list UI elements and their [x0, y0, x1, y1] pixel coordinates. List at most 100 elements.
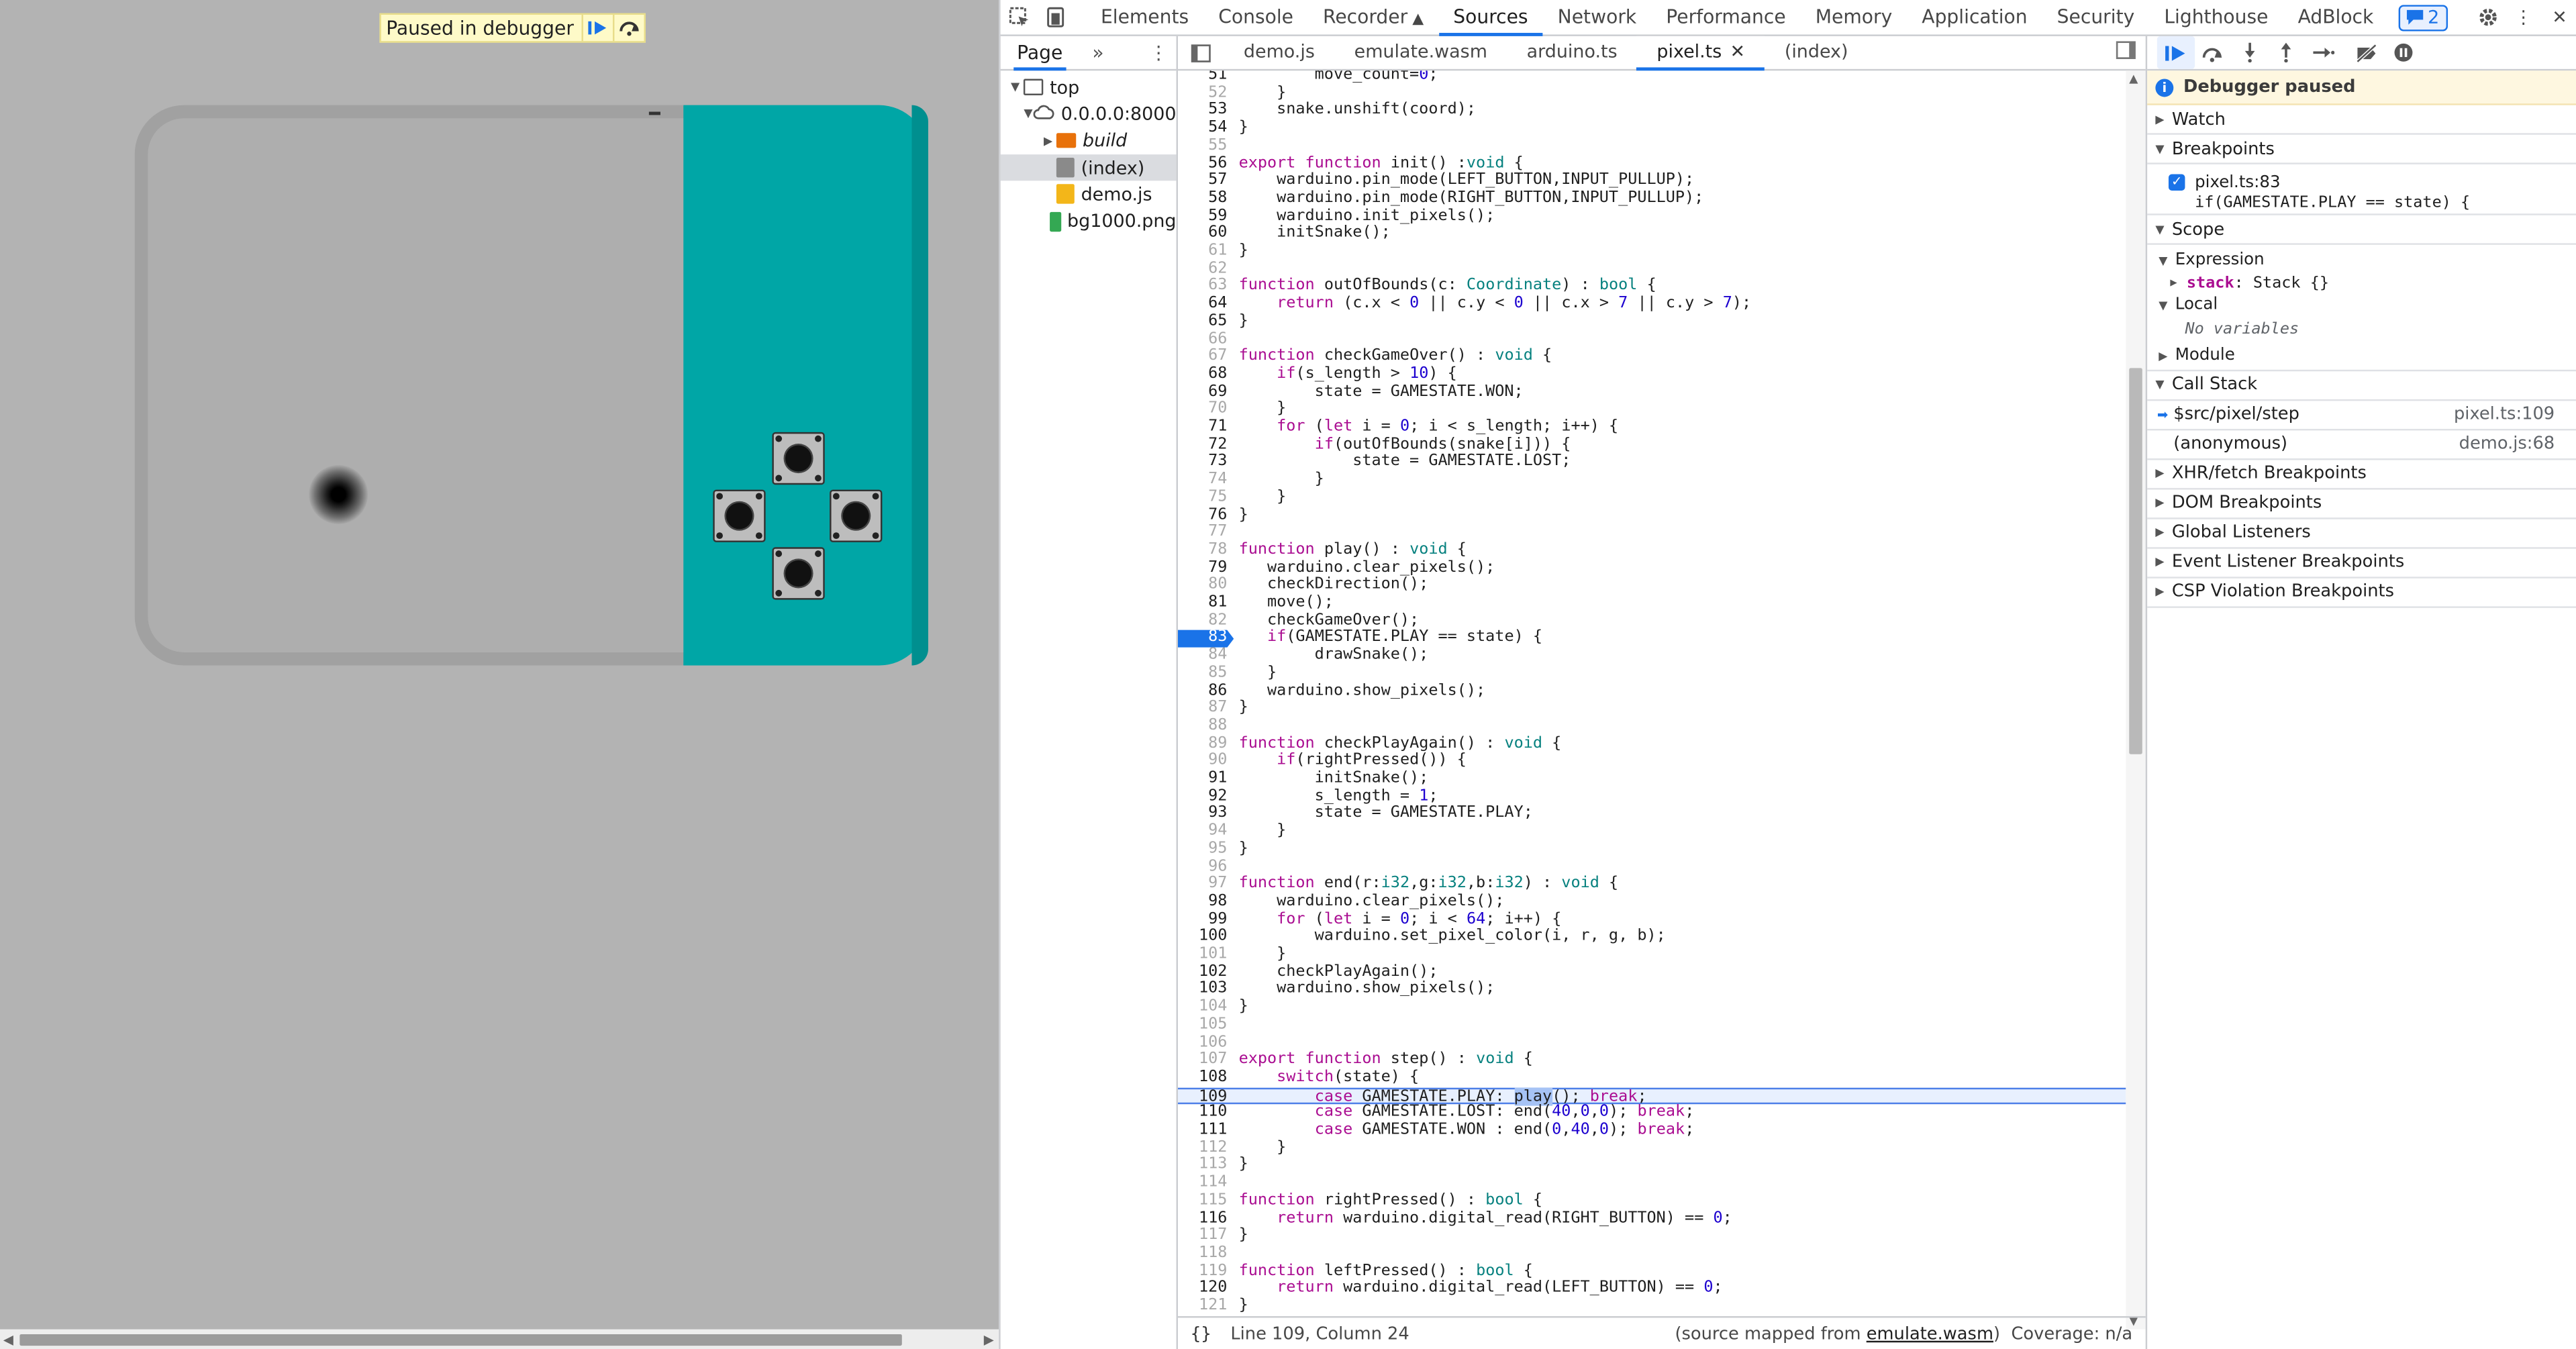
code-line[interactable]: 55 — [1178, 136, 2126, 155]
line-number[interactable]: 77 — [1178, 523, 1227, 542]
code-line[interactable]: 99 for (let i = 0; i < 64; i++) { — [1178, 910, 2126, 929]
line-number[interactable]: 87 — [1178, 699, 1227, 717]
line-number[interactable]: 57 — [1178, 172, 1227, 191]
line-number[interactable]: 100 — [1178, 928, 1227, 946]
chevron-down-icon[interactable]: ▼ — [1024, 107, 1033, 121]
tree-item[interactable]: bg1000.png — [1001, 208, 1177, 235]
inspect-element-icon[interactable] — [1001, 0, 1037, 36]
line-number[interactable]: 59 — [1178, 207, 1227, 226]
code-line[interactable]: 98 warduino.clear_pixels(); — [1178, 893, 2126, 911]
code-line[interactable]: 120 return warduino.digital_read(LEFT_BU… — [1178, 1279, 2126, 1298]
line-number[interactable]: 79 — [1178, 558, 1227, 577]
more-options-icon[interactable]: ⋮ — [2506, 0, 2542, 36]
tree-item[interactable]: ▼ 0.0.0.0:8000 — [1001, 101, 1176, 128]
scroll-up-icon[interactable]: ▲ — [2129, 72, 2138, 86]
pretty-print-icon[interactable]: {} — [1178, 1323, 1224, 1343]
resume-icon[interactable] — [2157, 36, 2194, 69]
section-header[interactable]: ▶ Event Listener Breakpoints — [2147, 548, 2576, 578]
code-line[interactable]: 103 warduino.show_pixels(); — [1178, 981, 2126, 999]
tab-console[interactable]: Console — [1203, 0, 1308, 36]
line-number[interactable]: 112 — [1178, 1139, 1227, 1157]
editor-tab[interactable]: demo.js — [1224, 36, 1335, 70]
line-number[interactable]: 106 — [1178, 1033, 1227, 1052]
code-line[interactable]: 84 drawSnake(); — [1178, 646, 2126, 665]
toggle-debugger-sidebar-icon[interactable] — [2116, 41, 2136, 64]
page-horizontal-scrollbar[interactable]: ◀ ▶ — [0, 1329, 999, 1349]
code-line[interactable]: 72 if(outOfBounds(snake[i])) { — [1178, 435, 2126, 454]
line-number[interactable]: 103 — [1178, 981, 1227, 999]
line-number[interactable]: 58 — [1178, 189, 1227, 208]
code-line[interactable]: 61} — [1178, 242, 2126, 260]
code-line[interactable]: 118 — [1178, 1244, 2126, 1262]
step-out-icon[interactable] — [2268, 36, 2305, 69]
chevron-right-icon[interactable]: ▶ — [1040, 134, 1056, 148]
breakpoint-line[interactable]: 83 if(GAMESTATE.PLAY == state) { — [1178, 629, 2126, 648]
line-number[interactable]: 107 — [1178, 1051, 1227, 1069]
up-button[interactable] — [772, 432, 825, 485]
source-map-link[interactable]: emulate.wasm — [1867, 1323, 1993, 1343]
code-line[interactable]: 62 — [1178, 260, 2126, 279]
line-number[interactable]: 54 — [1178, 119, 1227, 138]
line-number[interactable]: 64 — [1178, 295, 1227, 313]
navigator-menu-icon[interactable]: ⋮ — [1149, 41, 1168, 64]
device-toolbar-icon[interactable] — [1036, 0, 1073, 36]
frame-location[interactable]: pixel.ts:109 — [2454, 404, 2555, 423]
scope-local[interactable]: ▼ Local — [2147, 294, 2576, 316]
breakpoints-section-header[interactable]: ▼ Breakpoints — [2147, 135, 2576, 164]
code-line[interactable]: 113} — [1178, 1156, 2126, 1175]
line-number[interactable]: 68 — [1178, 365, 1227, 384]
resume-icon[interactable] — [582, 15, 613, 42]
line-number[interactable]: 113 — [1178, 1156, 1227, 1175]
code-line[interactable]: 65} — [1178, 312, 2126, 331]
line-number[interactable]: 92 — [1178, 787, 1227, 805]
line-number[interactable]: 85 — [1178, 664, 1227, 683]
line-number[interactable]: 91 — [1178, 769, 1227, 788]
line-number[interactable]: 111 — [1178, 1121, 1227, 1140]
code-line[interactable]: 95} — [1178, 840, 2126, 858]
code-line[interactable]: 119 function leftPressed() : bool { — [1178, 1262, 2126, 1281]
line-number[interactable]: 101 — [1178, 945, 1227, 964]
line-number[interactable]: 76 — [1178, 506, 1227, 524]
close-devtools-icon[interactable]: ✕ — [2542, 0, 2576, 36]
tree-item[interactable]: ▶ build — [1001, 128, 1177, 154]
close-tab-icon[interactable]: ✕ — [1730, 40, 1746, 62]
tab-sources[interactable]: Sources — [1438, 0, 1543, 36]
step-over-icon[interactable] — [613, 15, 645, 42]
left-button[interactable] — [713, 489, 766, 542]
tab-performance[interactable]: Performance — [1651, 0, 1800, 36]
scope-section-header[interactable]: ▼ Scope — [2147, 215, 2576, 245]
settings-gear-icon[interactable] — [2469, 0, 2506, 36]
code-line[interactable]: 88 — [1178, 717, 2126, 736]
code-line[interactable]: 104} — [1178, 998, 2126, 1017]
code-line[interactable]: 116 return warduino.digital_read(RIGHT_B… — [1178, 1209, 2126, 1228]
code-line[interactable]: 92 s_length = 1; — [1178, 787, 2126, 805]
line-number[interactable]: 55 — [1178, 136, 1227, 155]
tree-item[interactable]: demo.js — [1001, 181, 1177, 208]
code-line[interactable]: 114 — [1178, 1174, 2126, 1193]
code-line[interactable]: 94 } — [1178, 822, 2126, 841]
code-line[interactable]: 56 export function init() :void { — [1178, 154, 2126, 172]
tree-item[interactable]: ▼ top — [1001, 74, 1177, 101]
code-line[interactable]: 52 } — [1178, 84, 2126, 103]
toggle-navigator-icon[interactable] — [1178, 44, 1224, 62]
down-button[interactable] — [772, 547, 825, 600]
line-number[interactable]: 88 — [1178, 717, 1227, 736]
code-line[interactable]: 96 — [1178, 857, 2126, 876]
line-number[interactable]: 71 — [1178, 418, 1227, 436]
code-line[interactable]: 59 warduino.init_pixels(); — [1178, 207, 2126, 226]
code-line[interactable]: 81 move(); — [1178, 594, 2126, 612]
code-line[interactable]: 80 checkDirection(); — [1178, 576, 2126, 595]
breakpoint-checkbox[interactable]: ✓ — [2168, 174, 2185, 191]
code-line[interactable]: 57 warduino.pin_mode(LEFT_BUTTON,INPUT_P… — [1178, 172, 2126, 191]
line-number[interactable]: 86 — [1178, 682, 1227, 700]
tab-adblock[interactable]: AdBlock — [2283, 0, 2389, 36]
code-line[interactable]: 68 if(s_length > 10) { — [1178, 365, 2126, 384]
execution-line[interactable]: 109 case GAMESTATE.PLAY: play(); break; — [1178, 1087, 2126, 1105]
line-number[interactable]: 121 — [1178, 1297, 1227, 1315]
tab-page[interactable]: Page — [1013, 36, 1067, 70]
code-line[interactable]: 115 function rightPressed() : bool { — [1178, 1191, 2126, 1210]
scrollbar-thumb[interactable] — [19, 1334, 902, 1346]
line-number[interactable]: 61 — [1178, 242, 1227, 260]
line-number[interactable]: 89 — [1178, 734, 1227, 753]
tab-security[interactable]: Security — [2042, 0, 2150, 36]
